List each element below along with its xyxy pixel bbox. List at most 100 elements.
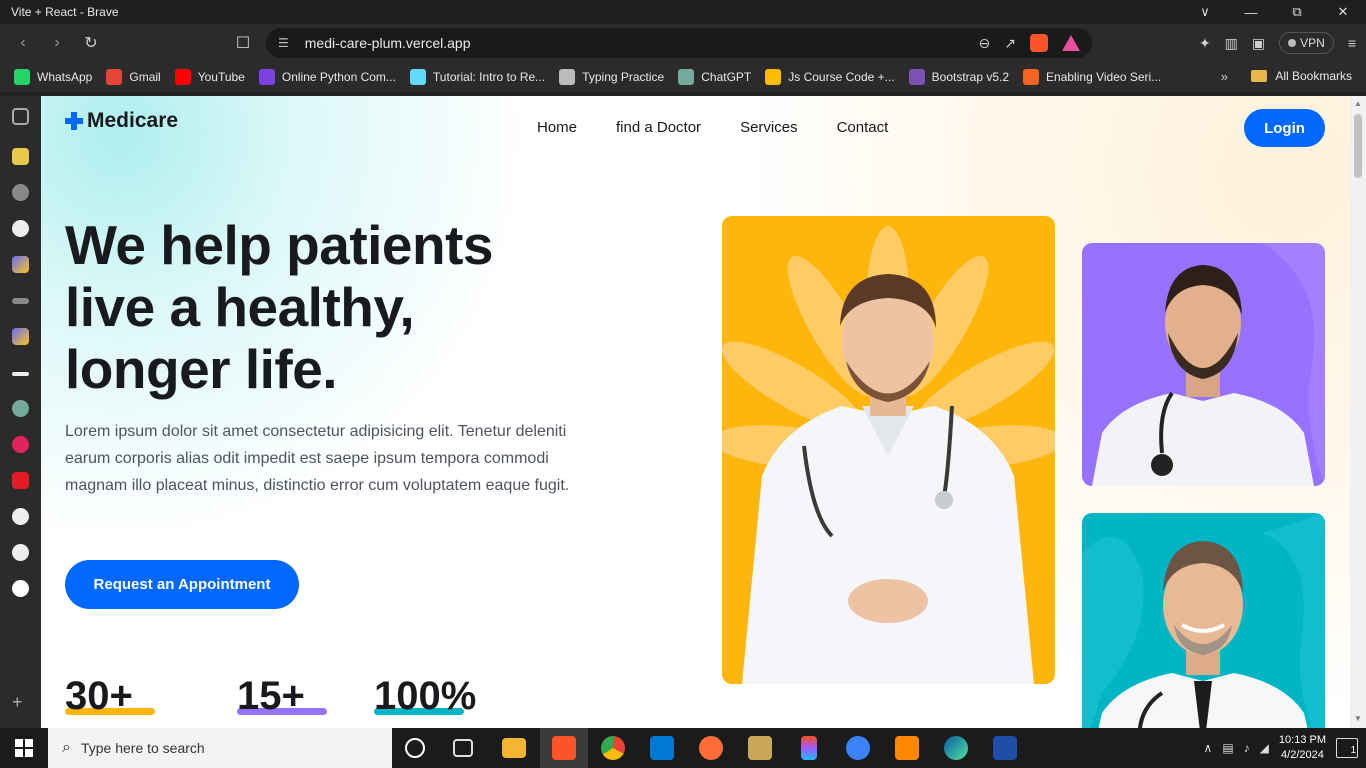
taskbar-search[interactable]: ⌕ Type here to search <box>48 728 392 768</box>
bookmark-item[interactable]: Typing Practice <box>559 69 664 85</box>
github-icon-3[interactable] <box>12 544 29 561</box>
browser-toolbar: ‹ › ↻ ☐ ☰ medi-care-plum.vercel.app ⊖ ↗ … <box>0 24 1366 62</box>
brave-shields-icon[interactable] <box>1030 34 1048 52</box>
bookmark-favicon-icon <box>106 69 123 85</box>
close-button[interactable]: ✕ <box>1320 0 1366 24</box>
vscode-icon[interactable] <box>650 736 674 760</box>
all-bookmarks-button[interactable]: All Bookmarks <box>1251 69 1352 83</box>
request-appointment-button[interactable]: Request an Appointment <box>65 560 299 609</box>
network-icon[interactable]: ▤ <box>1222 741 1233 755</box>
minimize-button[interactable]: — <box>1228 0 1274 24</box>
stat-value-3: 100% <box>374 674 477 718</box>
volume-icon[interactable]: ♪ <box>1244 741 1250 755</box>
app-icon-triangle[interactable] <box>12 580 29 597</box>
postman-icon[interactable] <box>699 736 723 760</box>
vlc-icon[interactable] <box>895 736 919 760</box>
site-logo[interactable]: Medicare <box>65 109 178 133</box>
notification-center-icon[interactable]: 1 <box>1336 738 1358 758</box>
edge-icon[interactable] <box>944 736 968 760</box>
bookmark-item[interactable]: Js Course Code +... <box>765 69 895 85</box>
stat-value-2: 15+ <box>237 674 305 718</box>
bookmark-icon[interactable]: ☐ <box>228 28 258 58</box>
bookmark-item[interactable]: Bootstrap v5.2 <box>908 69 1009 85</box>
bookmark-label: Gmail <box>129 70 161 84</box>
bookmark-item[interactable]: Gmail <box>106 69 161 85</box>
wifi-icon[interactable]: ◢ <box>1260 741 1269 755</box>
window-title: Vite + React - Brave <box>11 5 119 19</box>
share-icon[interactable]: ↗ <box>1004 35 1016 52</box>
menu-icon[interactable]: ≡ <box>1348 35 1356 51</box>
page-viewport: Medicare Home find a Doctor Services Con… <box>41 96 1350 728</box>
system-tray: ∧ ▤ ♪ ◢ 10:13 PM 4/2/2024 <box>1204 728 1326 768</box>
doctor-image-bottom <box>1082 513 1325 728</box>
github-icon[interactable] <box>12 220 29 237</box>
nav-contact[interactable]: Contact <box>837 119 889 136</box>
login-button[interactable]: Login <box>1244 109 1325 147</box>
bookmark-item[interactable]: WhatsApp <box>14 69 92 85</box>
bookmarks-overflow-icon[interactable]: » <box>1221 69 1228 84</box>
page-scrollbar[interactable]: ▲ ▼ <box>1350 96 1366 728</box>
bookmark-favicon-icon <box>678 69 695 85</box>
scroll-thumb[interactable] <box>1354 114 1362 178</box>
bookmark-item[interactable]: Enabling Video Seri... <box>1023 69 1161 85</box>
notification-count: 1 <box>1350 745 1356 756</box>
sidebar-panel-icon[interactable] <box>12 108 29 125</box>
forward-icon[interactable]: › <box>42 28 72 58</box>
dumbbell-icon[interactable] <box>12 298 29 304</box>
devhome-icon[interactable] <box>993 736 1017 760</box>
bookmark-label: Typing Practice <box>582 70 665 84</box>
app-a-icon[interactable] <box>846 736 870 760</box>
nav-home[interactable]: Home <box>537 119 577 136</box>
file-explorer-icon[interactable] <box>502 738 526 758</box>
sidebar-toggle-icon[interactable]: ▥ <box>1225 35 1238 52</box>
vpn-status-icon <box>1288 39 1297 47</box>
bookmark-item[interactable]: Tutorial: Intro to Re... <box>409 69 545 85</box>
bookmark-favicon-icon <box>258 69 275 85</box>
nav-services[interactable]: Services <box>740 119 798 136</box>
hero-title-line-3: longer life. <box>65 338 338 400</box>
chrome-icon[interactable] <box>601 736 625 760</box>
vite-icon[interactable] <box>12 256 29 273</box>
window-title-bar: Vite + React - Brave ∨ — ⧉ ✕ <box>0 0 1366 24</box>
task-view-icon[interactable] <box>453 739 473 757</box>
bookmark-label: YouTube <box>197 70 245 84</box>
figma-icon[interactable] <box>801 736 817 760</box>
chatgpt-icon[interactable] <box>12 400 29 417</box>
restore-button[interactable]: ⧉ <box>1274 0 1320 24</box>
brave-taskbar-icon[interactable] <box>552 736 576 760</box>
show-hidden-icons[interactable]: ∧ <box>1204 741 1213 755</box>
scroll-up-icon[interactable]: ▲ <box>1354 99 1362 108</box>
app-icon-1[interactable] <box>12 148 29 165</box>
brave-rewards-icon[interactable] <box>1062 35 1080 51</box>
site-settings-icon[interactable]: ☰ <box>278 36 289 50</box>
search-icon: ⌕ <box>62 739 71 756</box>
back-icon[interactable]: ‹ <box>8 28 38 58</box>
cortana-icon[interactable] <box>405 738 425 758</box>
scroll-down-icon[interactable]: ▼ <box>1354 714 1362 723</box>
reload-icon[interactable]: ↻ <box>76 28 106 58</box>
vpn-button[interactable]: VPN <box>1279 32 1334 54</box>
add-panel-icon[interactable]: + <box>12 692 23 713</box>
clock-time: 10:13 PM <box>1278 734 1326 746</box>
react-icon[interactable] <box>12 436 29 453</box>
github-icon-2[interactable] <box>12 508 29 525</box>
vite-icon-2[interactable] <box>12 328 29 345</box>
windows-logo-icon <box>15 739 33 757</box>
bookmark-item[interactable]: ChatGPT <box>678 69 751 85</box>
tools-icon[interactable] <box>748 736 772 760</box>
medical-cross-icon <box>65 112 83 130</box>
system-clock[interactable]: 10:13 PM 4/2/2024 <box>1279 733 1326 763</box>
globe-icon[interactable] <box>12 184 29 201</box>
check-icon[interactable] <box>12 372 29 376</box>
bookmark-item[interactable]: Online Python Com... <box>258 69 396 85</box>
start-button[interactable] <box>0 728 48 768</box>
zoom-icon[interactable]: ⊖ <box>979 35 991 52</box>
tab-search-icon[interactable]: ∨ <box>1182 0 1228 24</box>
wallet-icon[interactable]: ▣ <box>1252 35 1265 52</box>
app-icon-red[interactable] <box>12 472 29 489</box>
bookmark-label: ChatGPT <box>701 70 752 84</box>
address-bar[interactable]: ☰ medi-care-plum.vercel.app ⊖ ↗ <box>266 28 1092 58</box>
nav-find-doctor[interactable]: find a Doctor <box>616 119 701 136</box>
bookmark-item[interactable]: YouTube <box>174 69 245 85</box>
extensions-icon[interactable]: ✦ <box>1199 35 1211 52</box>
